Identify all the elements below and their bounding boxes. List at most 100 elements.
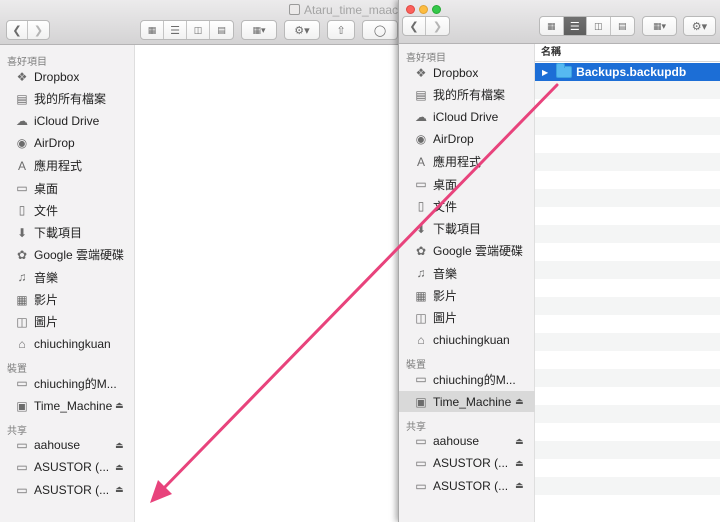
sidebar-item-devices-1[interactable]: ▣ Time_Machine ⏏ xyxy=(399,391,535,413)
share-icon: ⇧ xyxy=(336,24,346,37)
sidebar-item-favorites-9[interactable]: ♫ 音樂 xyxy=(399,263,535,284)
sidebar-item-favorites-11[interactable]: ◫ 圖片 xyxy=(399,307,535,328)
back-action-button[interactable]: ⚙▾ xyxy=(284,20,320,40)
sidebar-item-favorites-12[interactable]: ⌂ chiuchingkuan xyxy=(399,330,535,351)
name-column-header-label: 名稱 xyxy=(541,47,561,58)
home-icon: ⌂ xyxy=(18,337,26,352)
icon-view-button[interactable]: ▦ xyxy=(540,17,564,35)
sidebar-item-devices-0[interactable]: ▭ chiuching的M... xyxy=(399,369,535,390)
server-icon: ▭ xyxy=(415,434,427,448)
disk-icon: ▣ xyxy=(415,394,427,409)
sidebar-item-label: ASUSTOR (... xyxy=(433,456,509,471)
sidebar-item-label: Google 雲端硬碟 xyxy=(433,244,524,259)
list-view-button[interactable]: ☰ xyxy=(164,21,187,39)
list-view-button[interactable]: ☰ xyxy=(563,17,587,35)
eject-icon[interactable]: ⏏ xyxy=(515,480,524,491)
sidebar-item-shared-1[interactable]: ▭ ASUSTOR (... ⏏ xyxy=(399,453,535,474)
sidebar-item-shared-0[interactable]: ▭ aahouse ⏏ xyxy=(0,435,135,456)
eject-icon[interactable]: ⏏ xyxy=(115,462,124,473)
back-arrange-button[interactable]: ▦▾ xyxy=(241,20,277,40)
close-window-button[interactable] xyxy=(406,5,415,14)
disclosure-triangle-icon[interactable]: ▶ xyxy=(542,68,548,77)
sidebar-item-favorites-9[interactable]: ♫ 音樂 xyxy=(0,267,135,288)
file-row-backups[interactable]: ▶ Backups.backupdb xyxy=(535,63,720,81)
sidebar-item-favorites-5[interactable]: ▭ 桌面 xyxy=(399,174,535,195)
coverflow-view-button[interactable]: ▤ xyxy=(611,17,634,35)
sidebar-item-favorites-7[interactable]: ⬇ 下載項目 xyxy=(399,218,535,239)
eject-icon[interactable]: ⏏ xyxy=(115,484,124,495)
sidebar-item-favorites-10[interactable]: ▦ 影片 xyxy=(0,289,135,310)
icon-view-button[interactable]: ▦ xyxy=(141,21,164,39)
sidebar-item-label: Time_Machine xyxy=(34,398,113,413)
front-nav-back-button[interactable]: ❮ xyxy=(403,17,427,35)
sidebar-item-label: 文件 xyxy=(34,203,59,218)
sidebar-item-favorites-6[interactable]: ▯ 文件 xyxy=(0,200,135,221)
minimize-window-button[interactable] xyxy=(419,5,428,14)
gear-icon: ⚙▾ xyxy=(691,20,708,33)
name-column-header[interactable]: 名稱 xyxy=(535,44,720,62)
back-share-button[interactable]: ⇧ xyxy=(327,20,355,40)
sidebar-item-favorites-2[interactable]: ☁ iCloud Drive xyxy=(399,107,535,128)
eject-icon[interactable]: ⏏ xyxy=(515,458,524,469)
empty-list-row xyxy=(535,171,720,189)
back-finder-window: Ataru_time_maach ❮ ❯ ▦ ☰ ◫ ▤ ▦▾ ⚙▾ ⇧ ◯ 喜… xyxy=(0,0,405,522)
sidebar-item-favorites-1[interactable]: ▤ 我的所有檔案 xyxy=(0,88,135,109)
sidebar-item-devices-0[interactable]: ▭ chiuching的M... xyxy=(0,373,135,394)
sidebar-item-favorites-1[interactable]: ▤ 我的所有檔案 xyxy=(399,84,535,105)
back-view-mode-buttons: ▦ ☰ ◫ ▤ xyxy=(140,20,234,40)
back-nav-forward-button[interactable]: ❯ xyxy=(28,21,49,39)
sidebar-item-favorites-4[interactable]: A 應用程式 xyxy=(0,155,135,176)
empty-list-row xyxy=(535,189,720,207)
sidebar-item-label: 音樂 xyxy=(34,270,59,285)
sidebar-item-shared-2[interactable]: ▭ ASUSTOR (... ⏏ xyxy=(399,475,535,496)
sidebar-item-favorites-6[interactable]: ▯ 文件 xyxy=(399,196,535,217)
sidebar-item-devices-1[interactable]: ▣ Time_Machine ⏏ xyxy=(0,395,135,416)
sidebar-item-shared-2[interactable]: ▭ ASUSTOR (... ⏏ xyxy=(0,479,135,500)
sidebar-item-shared-1[interactable]: ▭ ASUSTOR (... ⏏ xyxy=(0,457,135,478)
sidebar-item-label: ASUSTOR (... xyxy=(433,478,509,493)
sidebar-item-favorites-3[interactable]: ◉ AirDrop xyxy=(0,133,135,154)
sidebar-item-favorites-7[interactable]: ⬇ 下載項目 xyxy=(0,222,135,243)
back-nav-back-button[interactable]: ❮ xyxy=(7,21,29,39)
sidebar-item-favorites-10[interactable]: ▦ 影片 xyxy=(399,285,535,306)
sidebar-item-label: 應用程式 xyxy=(34,159,83,174)
sidebar-item-favorites-11[interactable]: ◫ 圖片 xyxy=(0,311,135,332)
empty-list-row xyxy=(535,225,720,243)
sidebar-item-label: 我的所有檔案 xyxy=(34,92,107,107)
back-tags-button[interactable]: ◯ xyxy=(362,20,398,40)
desktop-icon: ▭ xyxy=(415,177,427,191)
server-icon: ▭ xyxy=(415,456,427,471)
chevron-right-icon: ❯ xyxy=(33,24,44,37)
front-nav-forward-button[interactable]: ❯ xyxy=(426,17,449,35)
sidebar-item-label: 音樂 xyxy=(433,266,458,281)
airdrop-icon: ◉ xyxy=(16,136,28,151)
pictures-icon: ◫ xyxy=(415,310,427,325)
eject-icon[interactable]: ⏏ xyxy=(515,436,524,447)
back-sidebar: 喜好項目 ❖ Dropbox ▤ 我的所有檔案 ☁ iCloud Drive ◉ AirDrop… xyxy=(0,45,135,522)
disk-title-icon xyxy=(289,4,300,15)
sidebar-item-label: 影片 xyxy=(433,289,458,303)
empty-list-row xyxy=(535,297,720,315)
sidebar-item-favorites-2[interactable]: ☁ iCloud Drive xyxy=(0,111,135,132)
zoom-window-button[interactable] xyxy=(432,5,441,14)
eject-icon[interactable]: ⏏ xyxy=(515,396,524,407)
sidebar-item-favorites-4[interactable]: A 應用程式 xyxy=(399,151,535,172)
front-action-button[interactable]: ⚙▾ xyxy=(683,16,716,36)
eject-icon[interactable]: ⏏ xyxy=(115,440,124,451)
coverflow-view-button[interactable]: ▤ xyxy=(210,21,233,39)
column-view-button[interactable]: ◫ xyxy=(187,21,210,39)
sidebar-item-favorites-0[interactable]: ❖ Dropbox xyxy=(399,62,535,83)
eject-icon[interactable]: ⏏ xyxy=(115,400,124,411)
sidebar-item-favorites-12[interactable]: ⌂ chiuchingkuan xyxy=(0,334,135,355)
sidebar-item-shared-0[interactable]: ▭ aahouse ⏏ xyxy=(399,431,535,452)
sidebar-item-favorites-8[interactable]: ✿ Google 雲端硬碟 xyxy=(0,244,135,265)
sidebar-item-favorites-5[interactable]: ▭ 桌面 xyxy=(0,178,135,199)
back-window-title: Ataru_time_maach xyxy=(289,3,405,17)
sidebar-item-favorites-8[interactable]: ✿ Google 雲端硬碟 xyxy=(399,240,535,261)
sidebar-item-favorites-0[interactable]: ❖ Dropbox xyxy=(0,66,135,87)
column-view-button[interactable]: ◫ xyxy=(587,17,611,35)
front-arrange-button[interactable]: ▦▾ xyxy=(642,16,677,36)
sidebar-item-favorites-3[interactable]: ◉ AirDrop xyxy=(399,129,535,150)
chevron-right-icon: ❯ xyxy=(432,20,443,33)
movies-icon: ▦ xyxy=(16,292,28,307)
